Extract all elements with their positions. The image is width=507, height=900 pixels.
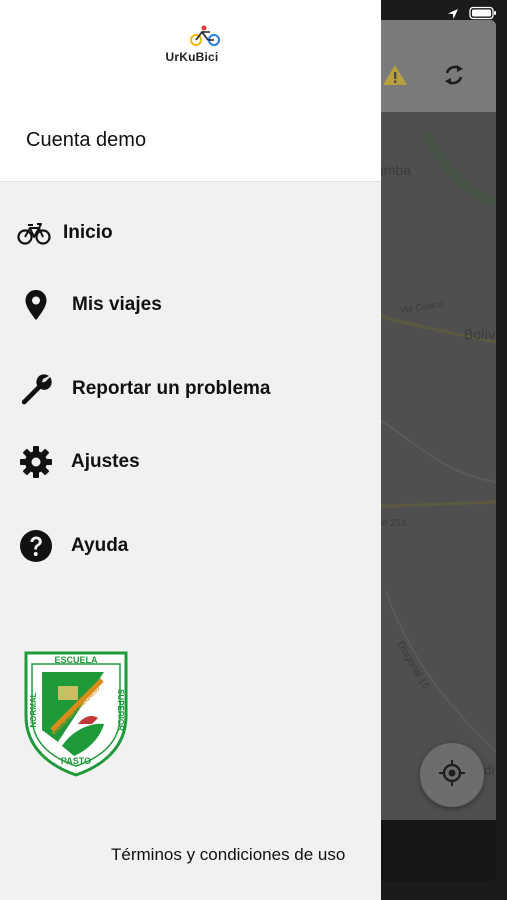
terms-and-conditions-link[interactable]: Términos y condiciones de uso bbox=[111, 845, 345, 865]
wrench-icon bbox=[18, 361, 54, 417]
map-toolbar bbox=[366, 20, 496, 112]
school-logo-top-text: ESCUELA bbox=[54, 655, 98, 665]
school-logo-left-text: NORMAL bbox=[29, 692, 38, 727]
map-label: amba bbox=[376, 162, 412, 178]
refresh-icon[interactable] bbox=[442, 62, 466, 93]
drawer-header: UrKuBici Cuenta demo bbox=[0, 0, 381, 182]
menu-item-label: Inicio bbox=[63, 222, 113, 243]
help-circle-icon bbox=[18, 518, 54, 574]
bicycle-logo-icon bbox=[190, 25, 220, 46]
map-label: di bbox=[484, 762, 495, 778]
menu-item-label: Ajustes bbox=[71, 451, 140, 472]
map-label: Bolív bbox=[464, 326, 496, 342]
school-logo-right-text: SUPERIOR bbox=[116, 689, 125, 731]
crosshair-icon bbox=[438, 759, 466, 792]
menu-item-inicio[interactable]: Inicio bbox=[0, 205, 381, 261]
warning-icon[interactable] bbox=[382, 64, 408, 91]
school-logo-bottom-text: PASTO bbox=[61, 756, 91, 766]
menu-item-reportar-problema[interactable]: Reportar un problema bbox=[0, 361, 381, 417]
app-logo: UrKuBici bbox=[158, 24, 226, 64]
menu-item-ayuda[interactable]: Ayuda bbox=[0, 518, 381, 574]
menu-item-label: Reportar un problema bbox=[72, 378, 271, 399]
school-logo: ESCUELA NORMAL SUPERIOR EDUCACIÓN Y PROG… bbox=[22, 650, 130, 778]
map-bottom-bar bbox=[366, 820, 496, 882]
account-name: Cuenta demo bbox=[26, 129, 147, 151]
menu-item-label: Ayuda bbox=[71, 535, 129, 556]
locate-me-button[interactable] bbox=[420, 743, 484, 807]
gear-icon bbox=[18, 434, 54, 490]
app-logo-text: UrKuBici bbox=[165, 50, 219, 64]
menu-item-mis-viajes[interactable]: Mis viajes bbox=[0, 277, 381, 333]
menu-item-label: Mis viajes bbox=[72, 294, 162, 315]
navigation-drawer: UrKuBici Cuenta demo Inicio Mis viajes R… bbox=[0, 0, 381, 900]
bicycle-icon bbox=[16, 205, 52, 261]
location-pin-icon bbox=[18, 277, 54, 333]
menu-item-ajustes[interactable]: Ajustes bbox=[0, 434, 381, 490]
